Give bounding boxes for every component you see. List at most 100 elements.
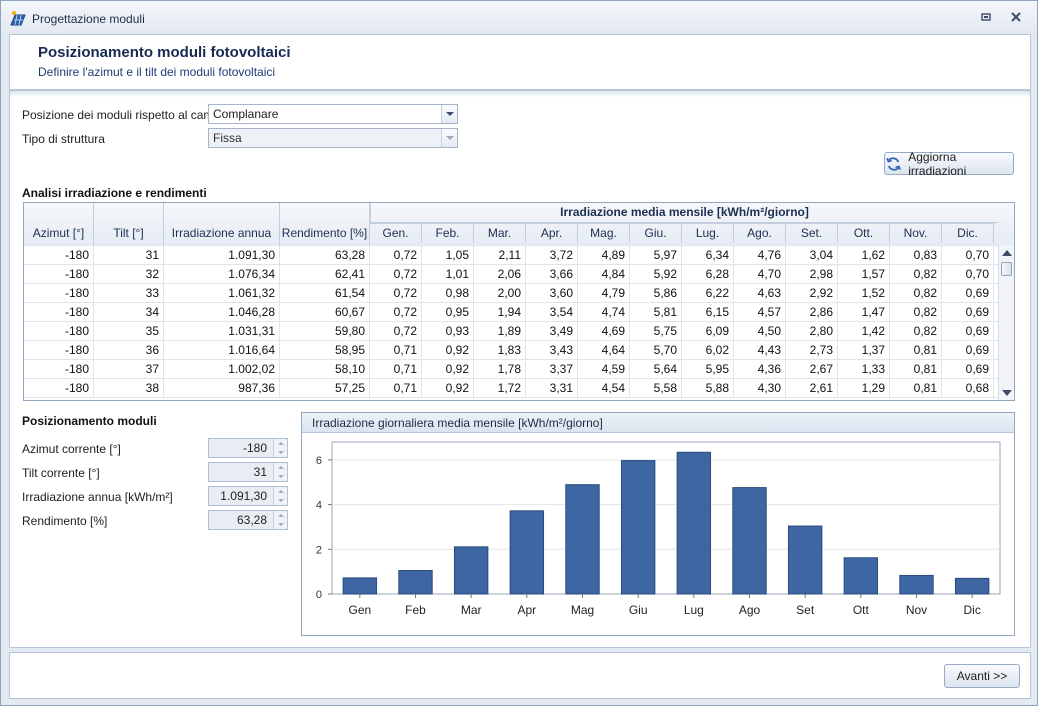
- close-icon[interactable]: [1009, 10, 1023, 24]
- table-cell: 5,81: [630, 303, 682, 322]
- table-cell: 6,28: [682, 265, 734, 284]
- column-header[interactable]: Azimut [°]: [24, 203, 94, 245]
- table-cell: 5,92: [630, 265, 682, 284]
- table-row[interactable]: -180 34 1.046,28 60,67 0,72 0,95 1,94 3,54 4,74 5…: [24, 302, 998, 322]
- table-row[interactable]: -180 35 1.031,31 59,80 0,72 0,93 1,89 3,49 4,69 5…: [24, 321, 998, 341]
- table-row[interactable]: -180 36 1.016,64 58,95 0,71 0,92 1,83 3,43 4,64 5…: [24, 340, 998, 360]
- table-cell: 32: [94, 265, 164, 284]
- table-cell: 1,57: [838, 265, 890, 284]
- table-cell: 5,75: [630, 322, 682, 341]
- table-cell: 3,49: [526, 322, 578, 341]
- column-header[interactable]: Rendimento [%]: [280, 203, 370, 245]
- struttura-select[interactable]: Fissa: [208, 128, 458, 148]
- posizione-select[interactable]: Complanare: [208, 104, 458, 124]
- bar: [954, 577, 990, 595]
- table-cell: 4,79: [578, 284, 630, 303]
- table-row[interactable]: -180 37 1.002,02 58,10 0,71 0,92 1,78 3,37 4,59 5…: [24, 359, 998, 379]
- table-cell: 2,98: [786, 265, 838, 284]
- table-row[interactable]: -180 38 987,36 57,25 0,71 0,92 1,72 3,31 4,54 5,5…: [24, 378, 998, 398]
- window-title: Progettazione moduli: [32, 12, 145, 26]
- irradiazione-field[interactable]: 1.091,30: [208, 486, 288, 506]
- tilt-field[interactable]: 31: [208, 462, 288, 482]
- table-cell: 1,37: [838, 341, 890, 360]
- table-cell: 1.046,28: [164, 303, 280, 322]
- column-header[interactable]: Irradiazione annua: [164, 203, 280, 245]
- table-row[interactable]: -180 32 1.076,34 62,41 0,72 1,01 2,06 3,66 4,84 5…: [24, 264, 998, 284]
- struttura-select-value: Fissa: [213, 131, 242, 145]
- table-cell: 5,64: [630, 360, 682, 379]
- table-cell: 0,68: [942, 379, 994, 398]
- title-bar: Progettazione moduli: [1, 1, 1037, 35]
- table-cell: 0,82: [890, 303, 942, 322]
- column-header[interactable]: Ott.: [838, 223, 890, 243]
- spin-arrows-icon[interactable]: [273, 511, 287, 529]
- table-cell: 0,71: [370, 360, 422, 379]
- table-cell: 59,80: [280, 322, 370, 341]
- column-header[interactable]: Feb.: [422, 223, 474, 243]
- column-header[interactable]: Set.: [786, 223, 838, 243]
- column-header[interactable]: Lug.: [682, 223, 734, 243]
- table-cell: 3,43: [526, 341, 578, 360]
- table-cell: 38: [94, 379, 164, 398]
- table-cell: 1.002,02: [164, 360, 280, 379]
- avanti-button[interactable]: Avanti >>: [944, 664, 1020, 688]
- column-header[interactable]: Mag.: [578, 223, 630, 243]
- scroll-down-icon[interactable]: [1002, 390, 1012, 396]
- column-header[interactable]: Giu.: [630, 223, 682, 243]
- table-cell: 0,98: [422, 284, 474, 303]
- chevron-down-icon[interactable]: [441, 129, 457, 147]
- table-cell: 2,80: [786, 322, 838, 341]
- spin-arrows-icon[interactable]: [273, 487, 287, 505]
- aggiorna-irradiazioni-button[interactable]: Aggiorna irradiazioni: [884, 149, 1014, 178]
- column-header[interactable]: Ago.: [734, 223, 786, 243]
- restore-icon[interactable]: [979, 10, 993, 24]
- table-cell: 0,72: [370, 322, 422, 341]
- aggiorna-irradiazioni-label: Aggiorna irradiazioni: [908, 149, 967, 178]
- table-cell: 5,70: [630, 341, 682, 360]
- app-window: Progettazione moduli Posizionamento modu…: [0, 0, 1038, 706]
- table-cell: 3,66: [526, 265, 578, 284]
- table-cell: 0,81: [890, 379, 942, 398]
- column-header[interactable]: Apr.: [526, 223, 578, 243]
- column-header[interactable]: Nov.: [890, 223, 942, 243]
- table-cell: 0,70: [942, 265, 994, 284]
- chevron-down-icon[interactable]: [441, 105, 457, 123]
- column-header[interactable]: Gen.: [370, 223, 422, 243]
- spin-arrows-icon[interactable]: [273, 463, 287, 481]
- table-cell: 60,67: [280, 303, 370, 322]
- x-tick-label: Ott: [853, 603, 870, 617]
- x-tick-label: Ago: [739, 603, 761, 617]
- tilt-label: Tilt corrente [°]: [22, 466, 100, 480]
- table-cell: -180: [24, 246, 94, 265]
- table-cell: 2,00: [474, 284, 526, 303]
- x-tick-label: Dic: [963, 603, 980, 617]
- table-cell: 57,25: [280, 379, 370, 398]
- table-cell: 1,72: [474, 379, 526, 398]
- table-row[interactable]: -180 31 1.091,30 63,28 0,72 1,05 2,11 3,72 4,89 5…: [24, 245, 998, 265]
- x-tick-label: Feb: [405, 603, 426, 617]
- y-tick-label: 6: [316, 455, 322, 467]
- page-title: Posizionamento moduli fotovoltaici: [38, 44, 291, 61]
- column-header[interactable]: Mar.: [474, 223, 526, 243]
- spin-arrows-icon[interactable]: [273, 439, 287, 457]
- table-cell: 3,72: [526, 246, 578, 265]
- table-cell: 4,89: [578, 246, 630, 265]
- table-cell: 1,52: [838, 284, 890, 303]
- table-row[interactable]: -180 33 1.061,32 61,54 0,72 0,98 2,00 3,60 4,79 5…: [24, 283, 998, 303]
- table-cell: 1,94: [474, 303, 526, 322]
- table-cell: 0,82: [890, 284, 942, 303]
- table-cell: 0,69: [942, 303, 994, 322]
- table-cell: 1,33: [838, 360, 890, 379]
- azimut-field[interactable]: -180: [208, 438, 288, 458]
- scroll-thumb[interactable]: [1001, 262, 1012, 276]
- table-cell: 5,88: [682, 379, 734, 398]
- table-cell: 4,69: [578, 322, 630, 341]
- scroll-up-icon[interactable]: [1002, 250, 1012, 256]
- table-cell: 0,92: [422, 379, 474, 398]
- table-cell: -180: [24, 360, 94, 379]
- table-cell: 0,81: [890, 360, 942, 379]
- grid-scrollbar[interactable]: [998, 245, 1014, 400]
- column-header[interactable]: Dic.: [942, 223, 994, 243]
- column-header[interactable]: Tilt [°]: [94, 203, 164, 245]
- rendimento-field[interactable]: 63,28: [208, 510, 288, 530]
